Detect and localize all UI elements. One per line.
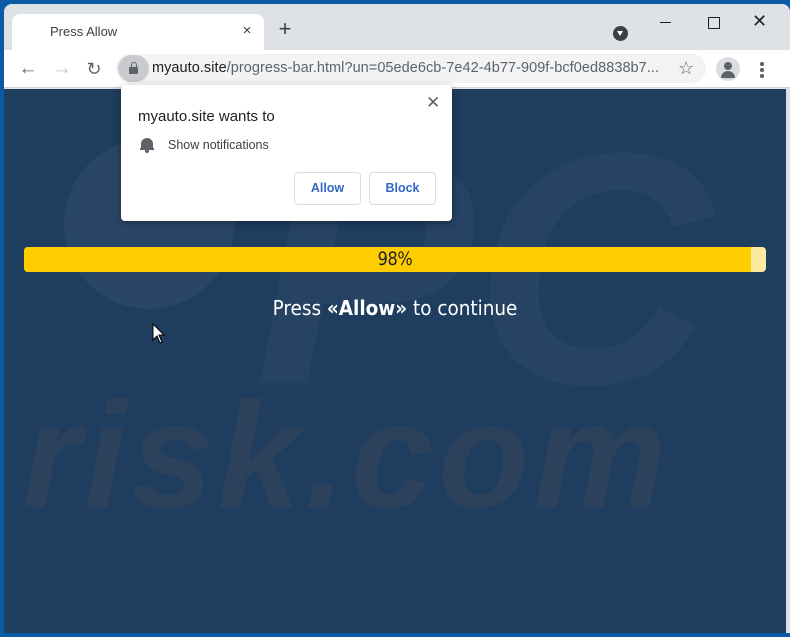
tab-close-icon[interactable]: × [238,22,256,40]
forward-button[interactable]: → [50,57,74,81]
permission-text: Show notifications [168,138,269,152]
browser-window: Press Allow × + ✕ ← → ↻ myauto.site/prog… [4,4,790,633]
url-path: /progress-bar.html?un=05ede6cb-7e42-4b77… [226,60,660,76]
person-icon-body [721,71,735,78]
popup-title: myauto.site wants to [138,108,275,125]
profile-avatar[interactable] [716,57,740,81]
progress-bar: 98% [24,247,766,272]
url-host: myauto.site [152,60,227,76]
cta-before: Press [272,296,327,320]
call-to-action-text: Press «Allow» to continue [35,296,754,320]
block-button[interactable]: Block [369,172,436,205]
progress-label: 98% [377,248,413,270]
browser-toolbar: ← → ↻ myauto.site/progress-bar.html?un=0… [4,50,790,88]
notification-permission-popup: myauto.site wants to ✕ Show notification… [121,85,452,221]
watermark-risk: risk.com [22,371,671,539]
minimize-button[interactable] [646,8,686,38]
url-text[interactable]: myauto.site/progress-bar.html?un=05ede6c… [152,60,659,76]
reload-button[interactable]: ↻ [82,57,106,81]
person-icon-head [724,62,732,70]
site-info-button[interactable] [118,55,149,82]
lock-icon [129,67,138,74]
mouse-cursor-icon [152,323,166,344]
close-icon: ✕ [752,11,768,31]
close-window-button[interactable]: ✕ [740,8,780,38]
tab-active[interactable]: Press Allow × [12,14,264,50]
address-bar[interactable]: myauto.site/progress-bar.html?un=05ede6c… [116,54,706,83]
popup-close-icon[interactable]: ✕ [426,93,440,113]
tab-search-icon[interactable] [613,26,628,41]
bell-icon [140,137,154,153]
tab-title: Press Allow [50,24,118,39]
tab-strip: Press Allow × + ✕ [4,4,790,50]
kebab-menu-icon[interactable] [752,59,772,79]
new-tab-button[interactable]: + [274,18,296,41]
bookmark-star-icon[interactable]: ☆ [678,58,694,79]
back-button[interactable]: ← [16,57,40,81]
cta-after: to continue [407,296,518,320]
cta-emphasis: «Allow» [326,296,408,320]
allow-button[interactable]: Allow [294,172,361,205]
maximize-button[interactable] [694,8,734,38]
